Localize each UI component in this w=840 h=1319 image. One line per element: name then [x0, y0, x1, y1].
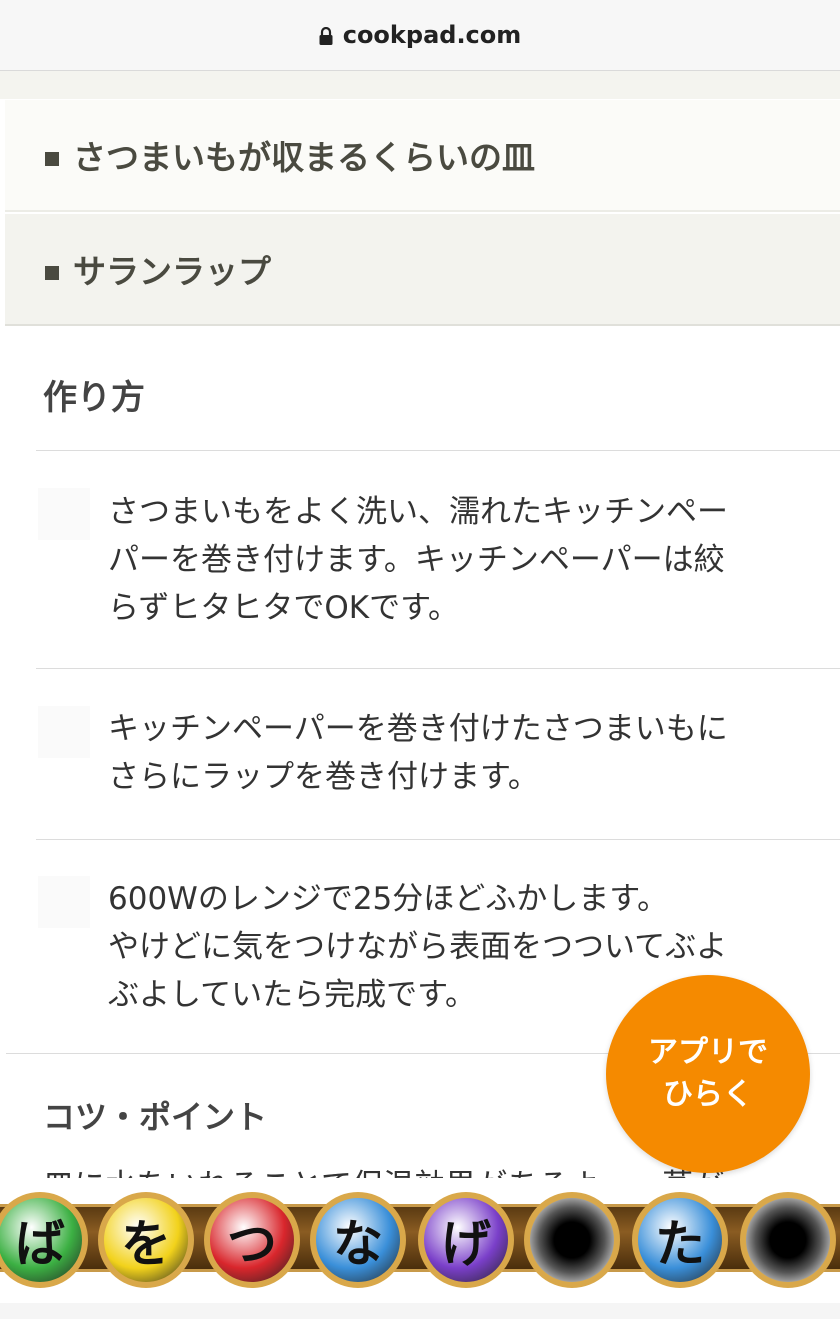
open-in-app-button[interactable]: アプリで ひらく [606, 975, 810, 1173]
step-text: キッチンペーパーを巻き付けたさつまいもに さらにラップを巻き付けます。 [108, 711, 728, 795]
open-in-app-label-line1: アプリで [648, 1035, 768, 1070]
divider [36, 839, 840, 840]
banner-orb: た [632, 1192, 728, 1288]
tool-item-label: サランラップ [73, 252, 271, 291]
banner-orb: ば [0, 1192, 88, 1288]
bottom-safe-area [0, 1303, 840, 1319]
banner-orb: を [98, 1192, 194, 1288]
step-image[interactable] [38, 488, 90, 540]
bullet-square-icon [45, 152, 59, 166]
divider [36, 668, 840, 669]
game-ad-banner[interactable]: ばをつなげ た [0, 1178, 840, 1303]
banner-orb [524, 1192, 620, 1288]
tool-item: サランラップ [5, 214, 840, 326]
url-domain: cookpad.com [342, 21, 522, 49]
open-in-app-label-line2: ひらく [663, 1077, 753, 1112]
step-text: さつまいもをよく洗い、濡れたキッチンペー パーを巻き付けます。キッチンペーパーは… [108, 494, 728, 626]
recipe-step-2: キッチンペーパーを巻き付けたさつまいもに さらにラップを巻き付けます。 [36, 700, 840, 830]
divider [36, 450, 840, 451]
banner-orb: な [310, 1192, 406, 1288]
lock-icon [319, 26, 333, 45]
tips-heading: コツ・ポイント [43, 1098, 268, 1136]
step-image[interactable] [38, 706, 90, 758]
step-image[interactable] [38, 876, 90, 928]
bullet-square-icon [45, 266, 59, 280]
banner-orb: げ [418, 1192, 514, 1288]
banner-orb: つ [204, 1192, 300, 1288]
browser-url-bar[interactable]: cookpad.com [0, 0, 840, 71]
tool-item: さつまいもが収まるくらいの皿 [5, 100, 840, 212]
tips-text: 皿に水をいれることで保温効果があるよ 蒸が [43, 1160, 724, 1180]
tool-item-label: さつまいもが収まるくらいの皿 [73, 138, 535, 177]
recipe-step-1: さつまいもをよく洗い、濡れたキッチンペー パーを巻き付けます。キッチンペーパーは… [36, 480, 840, 660]
banner-orb [740, 1192, 836, 1288]
method-heading: 作り方 [43, 378, 145, 418]
page-top-strip [0, 71, 840, 99]
